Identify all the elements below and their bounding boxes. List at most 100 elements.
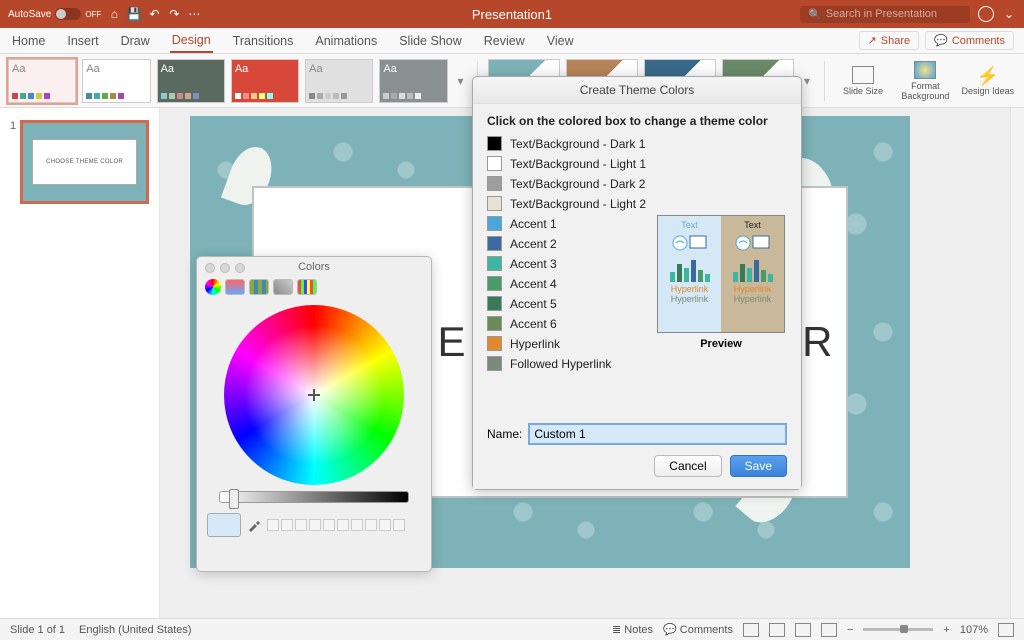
brightness-slider[interactable]	[219, 491, 409, 503]
color-swatch[interactable]	[487, 176, 502, 191]
tab-animations[interactable]: Animations	[313, 30, 379, 52]
slide-thumbnail-1[interactable]: CHOOSE THEME COLOR	[20, 120, 149, 204]
theme-color-row[interactable]: Text/Background - Dark 1	[487, 136, 646, 151]
tab-review[interactable]: Review	[482, 30, 527, 52]
autosave-toggle[interactable]: AutoSave OFF	[8, 8, 101, 20]
theme-color-row[interactable]: Accent 4	[487, 276, 646, 291]
theme-thumb-2[interactable]: Aa	[82, 59, 150, 103]
home-icon[interactable]: ⌂	[107, 7, 121, 21]
color-label: Accent 1	[510, 217, 557, 231]
theme-thumb-3[interactable]: Aa	[157, 59, 225, 103]
color-swatch[interactable]	[487, 276, 502, 291]
color-swatch[interactable]	[487, 316, 502, 331]
theme-thumb-4[interactable]: Aa	[231, 59, 299, 103]
color-label: Accent 5	[510, 297, 557, 311]
color-swatch[interactable]	[487, 336, 502, 351]
zoom-in-icon[interactable]: +	[943, 624, 949, 636]
tab-insert[interactable]: Insert	[65, 30, 100, 52]
color-swatch[interactable]	[487, 196, 502, 211]
variants-more-icon[interactable]: ▾	[800, 74, 814, 88]
eyedropper-icon[interactable]	[247, 518, 261, 532]
color-swatch[interactable]	[487, 256, 502, 271]
palettes-tab-icon[interactable]	[249, 279, 269, 295]
design-ideas-button[interactable]: ⚡Design Ideas	[960, 66, 1016, 96]
save-button[interactable]: Save	[730, 455, 787, 477]
color-wheel[interactable]	[224, 305, 404, 485]
titlebar: AutoSave OFF ⌂ 💾 ↶ ↷ ⋯ Presentation1 🔍 S…	[0, 0, 1024, 28]
pencils-tab-icon[interactable]	[297, 279, 317, 295]
theme-color-row[interactable]: Text/Background - Dark 2	[487, 176, 646, 191]
vertical-scrollbar[interactable]	[1010, 108, 1024, 618]
redo-icon[interactable]: ↷	[167, 7, 181, 21]
zoom-slider[interactable]	[863, 628, 933, 631]
share-button[interactable]: ↗Share	[859, 31, 920, 50]
share-icon: ↗	[868, 34, 877, 47]
color-swatch[interactable]	[487, 156, 502, 171]
slide-indicator: Slide 1 of 1	[10, 624, 65, 636]
colors-panel-title: Colors	[197, 261, 431, 273]
theme-thumb-5[interactable]: Aa	[305, 59, 373, 103]
preview-label: Preview	[657, 338, 785, 350]
themes-more-icon[interactable]: ▾	[454, 74, 468, 88]
current-color-swatch[interactable]	[207, 513, 241, 537]
color-label: Text/Background - Light 2	[510, 197, 646, 211]
theme-name-input[interactable]	[528, 423, 787, 445]
comments-button[interactable]: 💬Comments	[925, 31, 1014, 50]
theme-color-row[interactable]: Accent 5	[487, 296, 646, 311]
theme-color-row[interactable]: Accent 2	[487, 236, 646, 251]
image-tab-icon[interactable]	[273, 279, 293, 295]
tab-home[interactable]: Home	[10, 30, 47, 52]
notes-button[interactable]: ≣ Notes	[612, 623, 653, 636]
theme-color-row[interactable]: Accent 1	[487, 216, 646, 231]
color-swatch[interactable]	[487, 136, 502, 151]
color-label: Followed Hyperlink	[510, 357, 611, 371]
slide-thumbnails: 1 CHOOSE THEME COLOR	[0, 108, 160, 618]
tab-slideshow[interactable]: Slide Show	[397, 30, 464, 52]
theme-thumb-1[interactable]: Aa	[8, 59, 76, 103]
theme-color-row[interactable]: Accent 6	[487, 316, 646, 331]
sliders-tab-icon[interactable]	[225, 279, 245, 295]
save-icon[interactable]: 💾	[127, 7, 141, 21]
divider	[824, 61, 825, 101]
format-bg-icon	[914, 61, 936, 79]
color-swatch[interactable]	[487, 216, 502, 231]
cancel-button[interactable]: Cancel	[654, 455, 721, 477]
color-label: Text/Background - Dark 2	[510, 177, 645, 191]
tab-transitions[interactable]: Transitions	[231, 30, 296, 52]
color-label: Text/Background - Light 1	[510, 157, 646, 171]
theme-color-row[interactable]: Followed Hyperlink	[487, 356, 646, 371]
preview-light: Text Hyperlink Hyperlink	[658, 216, 721, 332]
wheel-tab-icon[interactable]	[205, 279, 221, 295]
search-input[interactable]: 🔍 Search in Presentation	[800, 6, 970, 23]
theme-thumb-6[interactable]: Aa	[379, 59, 447, 103]
zoom-value[interactable]: 107%	[960, 624, 988, 636]
reading-view-icon[interactable]	[795, 623, 811, 637]
chevron-down-icon[interactable]: ⌄	[1002, 7, 1016, 21]
ribbon-tabs: Home Insert Draw Design Transitions Anim…	[0, 28, 1024, 54]
color-swatch[interactable]	[487, 356, 502, 371]
theme-color-row[interactable]: Hyperlink	[487, 336, 646, 351]
theme-color-row[interactable]: Accent 3	[487, 256, 646, 271]
colors-picker-panel: Colors	[196, 256, 432, 572]
theme-color-row[interactable]: Text/Background - Light 2	[487, 196, 646, 211]
comments-button[interactable]: 💬 Comments	[663, 623, 733, 636]
color-swatch[interactable]	[487, 296, 502, 311]
theme-color-row[interactable]: Text/Background - Light 1	[487, 156, 646, 171]
sorter-view-icon[interactable]	[769, 623, 785, 637]
tab-draw[interactable]: Draw	[119, 30, 152, 52]
format-background-button[interactable]: Format Background	[897, 61, 953, 101]
color-label: Accent 3	[510, 257, 557, 271]
slide-size-button[interactable]: Slide Size	[835, 66, 891, 96]
fit-view-icon[interactable]	[998, 623, 1014, 637]
slideshow-view-icon[interactable]	[821, 623, 837, 637]
color-swatch[interactable]	[487, 236, 502, 251]
normal-view-icon[interactable]	[743, 623, 759, 637]
tab-view[interactable]: View	[545, 30, 576, 52]
feedback-icon[interactable]	[978, 6, 994, 22]
tab-design[interactable]: Design	[170, 29, 213, 53]
undo-icon[interactable]: ↶	[147, 7, 161, 21]
language-indicator[interactable]: English (United States)	[79, 624, 192, 636]
more-icon[interactable]: ⋯	[187, 7, 201, 21]
recent-swatches[interactable]	[267, 519, 405, 531]
zoom-out-icon[interactable]: −	[847, 624, 853, 636]
